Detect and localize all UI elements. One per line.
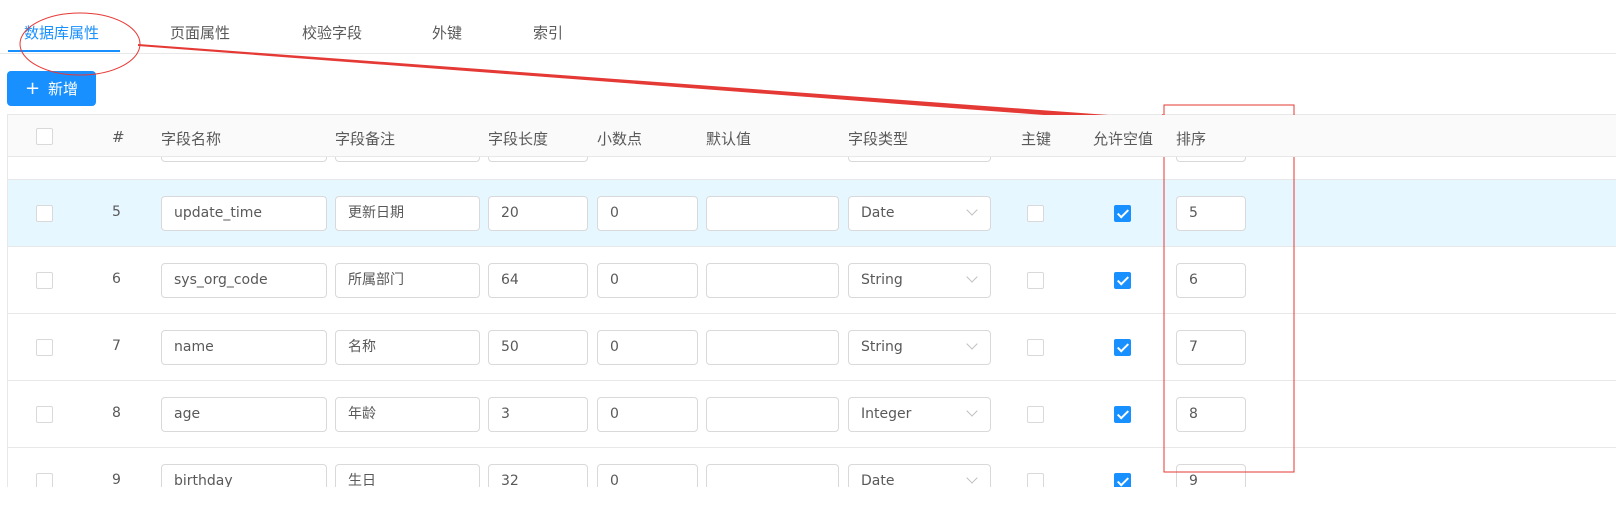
field-type-select[interactable]: String xyxy=(848,330,991,365)
field-type-value: Integer xyxy=(861,406,912,422)
chevron-down-icon xyxy=(966,338,978,350)
decimal-input[interactable]: 0 xyxy=(597,330,698,365)
allow-null-checkbox[interactable] xyxy=(1114,272,1131,289)
field-type-value: String xyxy=(861,272,903,288)
allow-null-checkbox[interactable] xyxy=(1114,339,1131,356)
active-tab-indicator xyxy=(8,50,120,52)
primary-key-checkbox[interactable] xyxy=(1027,339,1044,356)
decimal-input[interactable]: 0 xyxy=(597,397,698,432)
table-header: # 字段名称 字段备注 字段长度 小数点 默认值 字段类型 主键 允许空值 排序 xyxy=(8,115,1616,157)
field-comment-input[interactable]: 生日 xyxy=(335,464,480,487)
sort-order-input[interactable]: 9 xyxy=(1176,464,1246,487)
row-select-checkbox[interactable] xyxy=(36,339,53,356)
field-name-input[interactable]: age xyxy=(161,397,327,432)
table-row[interactable]: 6 sys_org_code 所属部门 64 0 String 6 xyxy=(8,247,1616,314)
field-type-select[interactable]: Date xyxy=(848,196,991,231)
header-default-value: 默认值 xyxy=(706,130,752,148)
header-decimal: 小数点 xyxy=(597,130,643,148)
tab-foreign-keys[interactable]: 外键 xyxy=(432,22,462,43)
field-type-value: String xyxy=(861,339,903,355)
row-select-checkbox[interactable] xyxy=(36,272,53,289)
header-field-comment: 字段备注 xyxy=(335,130,396,148)
allow-null-checkbox[interactable] xyxy=(1114,205,1131,222)
sort-order-input[interactable]: 8 xyxy=(1176,397,1246,432)
table-body: 5 update_time 更新日期 20 0 Date 5 6 sys_org_code 所属部… xyxy=(8,115,1616,487)
row-index: 7 xyxy=(112,338,121,354)
field-comment-input[interactable]: 所属部门 xyxy=(335,263,480,298)
table-row[interactable]: 9 birthday 生日 32 0 Date 9 xyxy=(8,448,1616,487)
chevron-down-icon xyxy=(966,472,978,484)
row-index: 9 xyxy=(112,472,121,487)
row-index: 6 xyxy=(112,271,121,287)
tab-page-properties[interactable]: 页面属性 xyxy=(170,22,230,43)
field-length-input[interactable]: 20 xyxy=(488,196,588,231)
sort-order-input[interactable]: 6 xyxy=(1176,263,1246,298)
field-length-input[interactable]: 32 xyxy=(488,464,588,487)
field-comment-input[interactable]: 更新日期 xyxy=(335,196,480,231)
default-value-input[interactable] xyxy=(706,397,839,432)
field-length-input[interactable]: 50 xyxy=(488,330,588,365)
field-type-value: Date xyxy=(861,473,895,487)
field-name-input[interactable]: birthday xyxy=(161,464,327,487)
primary-key-checkbox[interactable] xyxy=(1027,473,1044,487)
header-field-name: 字段名称 xyxy=(161,130,222,148)
sort-order-input[interactable]: 5 xyxy=(1176,196,1246,231)
header-allow-null: 允许空值 xyxy=(1093,130,1154,148)
select-all-checkbox[interactable] xyxy=(36,128,53,145)
chevron-down-icon xyxy=(966,271,978,283)
sort-order-input[interactable]: 7 xyxy=(1176,330,1246,365)
field-name-input[interactable]: sys_org_code xyxy=(161,263,327,298)
header-sort-order: 排序 xyxy=(1176,130,1207,148)
plus-icon: + xyxy=(24,77,41,99)
decimal-input[interactable]: 0 xyxy=(597,464,698,487)
default-value-input[interactable] xyxy=(706,330,839,365)
row-index: 5 xyxy=(112,204,121,220)
primary-key-checkbox[interactable] xyxy=(1027,406,1044,423)
default-value-input[interactable] xyxy=(706,263,839,298)
table-row[interactable]: 5 update_time 更新日期 20 0 Date 5 xyxy=(8,180,1616,247)
fields-table: 5 update_time 更新日期 20 0 Date 5 6 sys_org_code 所属部… xyxy=(7,114,1616,487)
decimal-input[interactable]: 0 xyxy=(597,196,698,231)
add-button[interactable]: + 新增 xyxy=(7,71,96,106)
field-name-input[interactable]: update_time xyxy=(161,196,327,231)
field-type-value: Date xyxy=(861,205,895,221)
allow-null-checkbox[interactable] xyxy=(1114,473,1131,487)
row-select-checkbox[interactable] xyxy=(36,406,53,423)
add-button-label: 新增 xyxy=(48,80,79,98)
row-index: 8 xyxy=(112,405,121,421)
tab-database-properties[interactable]: 数据库属性 xyxy=(24,22,99,43)
decimal-input[interactable]: 0 xyxy=(597,263,698,298)
row-select-checkbox[interactable] xyxy=(36,473,53,487)
header-field-type: 字段类型 xyxy=(848,130,909,148)
tab-indexes[interactable]: 索引 xyxy=(533,22,563,43)
field-type-select[interactable]: Integer xyxy=(848,397,991,432)
tab-bar: 数据库属性 页面属性 校验字段 外键 索引 xyxy=(0,0,1616,54)
field-name-input[interactable]: name xyxy=(161,330,327,365)
default-value-input[interactable] xyxy=(706,464,839,487)
field-length-input[interactable]: 3 xyxy=(488,397,588,432)
field-comment-input[interactable]: 年龄 xyxy=(335,397,480,432)
table-row[interactable]: 7 name 名称 50 0 String 7 xyxy=(8,314,1616,381)
header-index: # xyxy=(112,128,125,146)
field-comment-input[interactable]: 名称 xyxy=(335,330,480,365)
table-row[interactable]: 8 age 年龄 3 0 Integer 8 xyxy=(8,381,1616,448)
header-field-length: 字段长度 xyxy=(488,130,549,148)
field-length-input[interactable]: 64 xyxy=(488,263,588,298)
primary-key-checkbox[interactable] xyxy=(1027,205,1044,222)
annotation-arrow-shaft xyxy=(138,44,1162,124)
header-primary-key: 主键 xyxy=(1021,130,1052,148)
chevron-down-icon xyxy=(966,405,978,417)
chevron-down-icon xyxy=(966,204,978,216)
field-type-select[interactable]: Date xyxy=(848,464,991,487)
row-select-checkbox[interactable] xyxy=(36,205,53,222)
allow-null-checkbox[interactable] xyxy=(1114,406,1131,423)
field-type-select[interactable]: String xyxy=(848,263,991,298)
primary-key-checkbox[interactable] xyxy=(1027,272,1044,289)
tab-validation-fields[interactable]: 校验字段 xyxy=(302,22,362,43)
default-value-input[interactable] xyxy=(706,196,839,231)
